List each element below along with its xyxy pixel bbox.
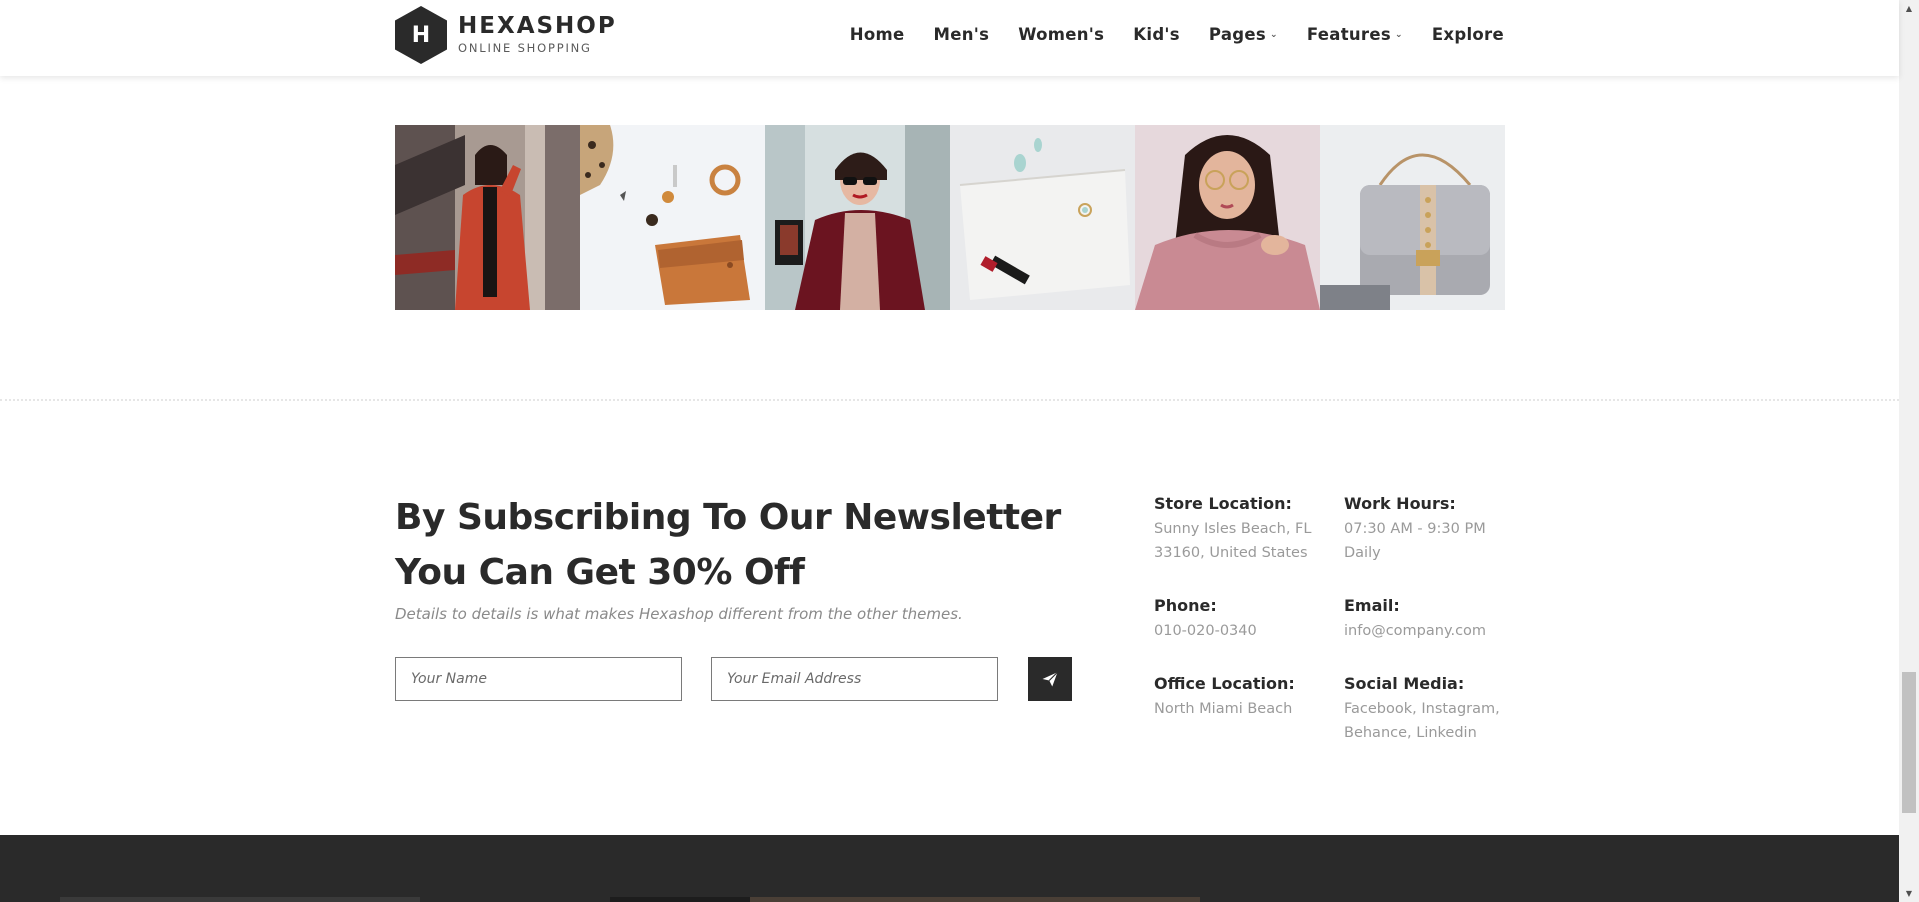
paper-plane-icon: [1042, 671, 1058, 687]
gallery-item-woman-red-coat[interactable]: [395, 125, 580, 310]
gallery-item-woman-sunglasses[interactable]: [765, 125, 950, 310]
social-media-value: Facebook, Instagram, Behance, Linkedin: [1344, 697, 1500, 745]
chevron-down-icon: ⌄: [1270, 29, 1278, 40]
nav-item-pages[interactable]: Pages ⌄: [1209, 25, 1278, 44]
footer-decor: [60, 897, 420, 902]
store-location-label: Store Location:: [1154, 494, 1292, 513]
office-location-block: Office Location: North Miami Beach: [1154, 673, 1295, 721]
nav-label: Kid's: [1133, 25, 1180, 44]
name-input[interactable]: [395, 657, 682, 701]
social-media-label: Social Media:: [1344, 674, 1465, 693]
email-input[interactable]: [711, 657, 998, 701]
scroll-down-arrow-icon[interactable]: ▼: [1899, 885, 1919, 902]
social-media-block: Social Media: Facebook, Instagram, Behan…: [1344, 673, 1500, 745]
store-location-line: Sunny Isles Beach, FL: [1154, 521, 1312, 537]
site-logo[interactable]: H HEXASHOP ONLINE SHOPPING: [395, 6, 617, 64]
logo-title: HEXASHOP: [458, 13, 617, 40]
work-hours-line: Daily: [1344, 545, 1381, 561]
nav-item-womens[interactable]: Women's: [1018, 25, 1104, 44]
chevron-down-icon: ⌄: [1395, 29, 1403, 40]
gallery-item-grey-studded-handbag[interactable]: [1320, 125, 1505, 310]
store-location-block: Store Location: Sunny Isles Beach, FL 33…: [1154, 493, 1311, 565]
logo-hexagon-icon: H: [395, 6, 447, 64]
footer-decor: [610, 897, 750, 902]
logo-subtitle: ONLINE SHOPPING: [458, 41, 592, 56]
nav-label: Explore: [1431, 25, 1504, 44]
gallery-item-woman-pink-blouse[interactable]: [1135, 125, 1320, 310]
newsletter-title: By Subscribing To Our Newsletter You Can…: [395, 497, 1061, 593]
footer-decor: [750, 897, 1200, 902]
work-hours-line: 07:30 AM - 9:30 PM: [1344, 521, 1486, 537]
work-hours-label: Work Hours:: [1344, 494, 1456, 513]
site-footer: [0, 835, 1899, 902]
newsletter-description: Details to details is what makes Hexasho…: [395, 605, 963, 623]
page-scrollbar[interactable]: ▲ ▼: [1899, 0, 1919, 902]
instagram-gallery: [395, 125, 1505, 310]
logo-letter: H: [411, 22, 431, 48]
nav-label: Men's: [933, 25, 990, 44]
office-location-label: Office Location:: [1154, 674, 1295, 693]
nav-label: Features: [1306, 25, 1391, 44]
phone-block: Phone: 010-020-0340: [1154, 595, 1257, 643]
gallery-item-jewelry-pouch-lipstick[interactable]: [950, 125, 1135, 310]
email-value[interactable]: info@company.com: [1344, 619, 1486, 643]
work-hours-block: Work Hours: 07:30 AM - 9:30 PM Daily: [1344, 493, 1486, 565]
nav-item-features[interactable]: Features ⌄: [1307, 25, 1403, 44]
scrollbar-thumb[interactable]: [1902, 672, 1916, 813]
section-divider: [0, 399, 1899, 401]
nav-item-kids[interactable]: Kid's: [1133, 25, 1180, 44]
phone-label: Phone:: [1154, 596, 1217, 615]
nav-label: Pages: [1208, 25, 1267, 44]
social-media-line[interactable]: Facebook, Instagram,: [1344, 697, 1500, 721]
store-location-value: Sunny Isles Beach, FL 33160, United Stat…: [1154, 517, 1311, 565]
social-media-line[interactable]: Behance, Linkedin: [1344, 721, 1500, 745]
logo-text: HEXASHOP ONLINE SHOPPING: [458, 15, 617, 55]
site-header: H HEXASHOP ONLINE SHOPPING Home Men's Wo…: [0, 0, 1899, 76]
nav-label: Women's: [1018, 25, 1105, 44]
nav-label: Home: [849, 25, 905, 44]
gallery-item-leather-wallet-flatlay[interactable]: [580, 125, 765, 310]
phone-value: 010-020-0340: [1154, 623, 1257, 639]
nav-item-explore[interactable]: Explore: [1432, 25, 1504, 44]
email-label: Email:: [1344, 596, 1400, 615]
email-block: Email: info@company.com: [1344, 595, 1486, 643]
main-nav: Home Men's Women's Kid's Pages ⌄ Features…: [821, 25, 1504, 44]
work-hours-value: 07:30 AM - 9:30 PM Daily: [1344, 517, 1486, 565]
store-location-line: 33160, United States: [1154, 545, 1308, 561]
scroll-up-arrow-icon[interactable]: ▲: [1899, 0, 1919, 17]
nav-item-mens[interactable]: Men's: [933, 25, 989, 44]
subscribe-button[interactable]: [1028, 657, 1072, 701]
office-location-value: North Miami Beach: [1154, 701, 1293, 717]
nav-item-home[interactable]: Home: [850, 25, 905, 44]
